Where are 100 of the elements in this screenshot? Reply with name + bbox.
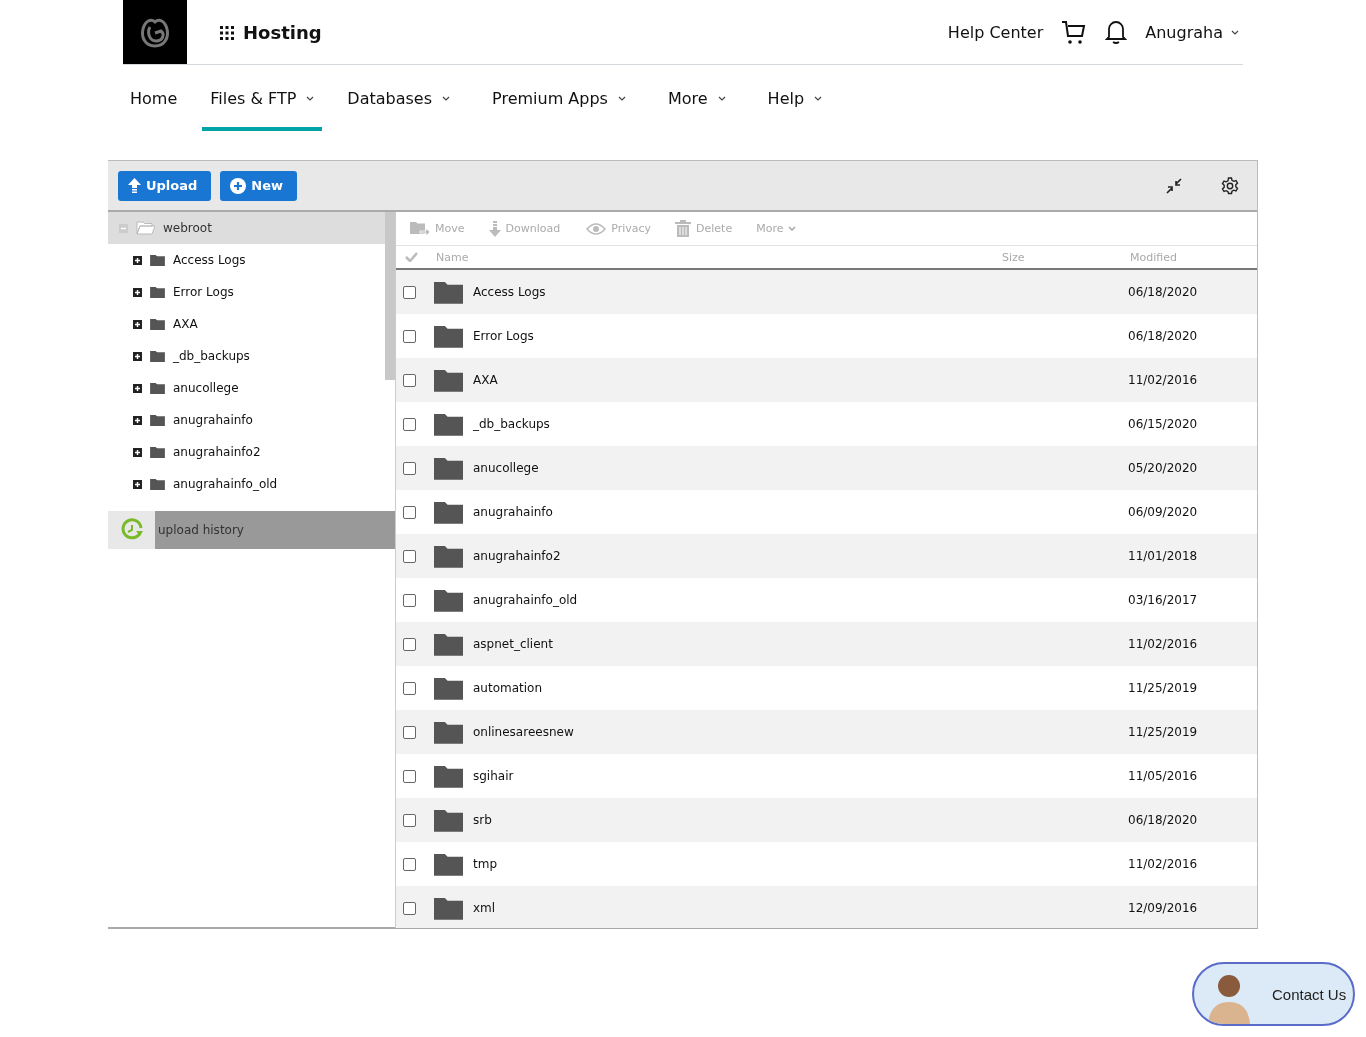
- folder-icon: [434, 720, 463, 744]
- folder-icon: [434, 544, 463, 568]
- plus-circle-icon: [230, 177, 247, 194]
- apps-grid-icon[interactable]: [219, 24, 234, 40]
- nav-tab[interactable]: Databases: [339, 65, 459, 131]
- row-checkbox[interactable]: [403, 681, 416, 695]
- row-checkbox[interactable]: [403, 417, 416, 431]
- contact-us-button[interactable]: Contact Us: [1192, 962, 1355, 1026]
- folder-icon: [150, 254, 165, 266]
- folder-icon: [434, 632, 463, 656]
- upload-icon: [128, 177, 141, 194]
- folder-icon: [434, 456, 463, 480]
- bell-icon[interactable]: [1105, 19, 1128, 45]
- expand-toggle-icon[interactable]: [133, 415, 142, 425]
- row-checkbox[interactable]: [403, 505, 416, 519]
- logo[interactable]: [123, 0, 187, 64]
- file-name[interactable]: xml: [473, 901, 1128, 915]
- tree-item[interactable]: anugrahainfo2: [173, 445, 261, 459]
- row-checkbox[interactable]: [403, 285, 416, 299]
- tree-item[interactable]: Access Logs: [173, 253, 246, 267]
- file-name[interactable]: anucollege: [473, 461, 1128, 475]
- expand-toggle-icon[interactable]: [133, 287, 142, 297]
- folder-icon: [150, 382, 165, 394]
- nav-tab[interactable]: Help: [759, 65, 831, 131]
- file-name[interactable]: Access Logs: [473, 285, 1128, 299]
- upload-history-bar[interactable]: upload history: [108, 511, 395, 549]
- modified-date: 12/09/2016: [1128, 901, 1198, 915]
- folder-icon: [434, 896, 463, 920]
- file-name[interactable]: onlinesareesnew: [473, 725, 1128, 739]
- modified-date: 05/20/2020: [1128, 461, 1198, 475]
- modified-date: 03/16/2017: [1128, 593, 1198, 607]
- file-name[interactable]: automation: [473, 681, 1128, 695]
- file-name[interactable]: anugrahainfo: [473, 505, 1128, 519]
- folder-icon: [150, 350, 165, 362]
- file-name[interactable]: Error Logs: [473, 329, 1128, 343]
- modified-date: 11/02/2016: [1128, 857, 1198, 871]
- file-name[interactable]: aspnet_client: [473, 637, 1128, 651]
- nav-tab[interactable]: Files & FTP: [202, 65, 323, 131]
- check-all-icon[interactable]: [405, 252, 418, 262]
- tree-item[interactable]: Error Logs: [173, 285, 234, 299]
- modified-date: 11/02/2016: [1128, 373, 1198, 387]
- row-checkbox[interactable]: [403, 637, 416, 651]
- history-clock-icon: [119, 518, 144, 542]
- row-checkbox[interactable]: [403, 549, 416, 563]
- row-checkbox[interactable]: [403, 813, 416, 827]
- collapse-toggle-icon[interactable]: [119, 223, 128, 233]
- upload-button[interactable]: Upload: [118, 170, 212, 201]
- tree-item[interactable]: anucollege: [173, 381, 239, 395]
- chevron-down-icon: [788, 226, 797, 231]
- expand-toggle-icon[interactable]: [133, 479, 142, 489]
- expand-toggle-icon[interactable]: [133, 319, 142, 329]
- row-checkbox[interactable]: [403, 725, 416, 739]
- row-checkbox[interactable]: [403, 857, 416, 871]
- row-checkbox[interactable]: [403, 329, 416, 343]
- file-name[interactable]: tmp: [473, 857, 1128, 871]
- modified-date: 06/18/2020: [1128, 329, 1198, 343]
- settings-icon[interactable]: [1221, 176, 1239, 195]
- trash-icon: [675, 220, 691, 237]
- folder-icon: [434, 676, 463, 700]
- tree-item[interactable]: anugrahainfo: [173, 413, 253, 427]
- file-name[interactable]: anugrahainfo2: [473, 549, 1128, 563]
- tree-item[interactable]: AXA: [173, 317, 198, 331]
- tree-root-row[interactable]: webroot: [108, 212, 385, 244]
- folder-icon: [150, 286, 165, 298]
- expand-toggle-icon[interactable]: [133, 351, 142, 361]
- expand-toggle-icon[interactable]: [133, 447, 142, 457]
- modified-date: 06/09/2020: [1128, 505, 1198, 519]
- collapse-icon[interactable]: [1166, 177, 1182, 194]
- cart-icon[interactable]: [1061, 19, 1088, 45]
- scrollbar-thumb[interactable]: [385, 212, 395, 380]
- tree-item[interactable]: _db_backups: [173, 349, 250, 363]
- folder-icon: [434, 764, 463, 788]
- modified-date: 06/18/2020: [1128, 813, 1198, 827]
- modified-date: 11/25/2019: [1128, 681, 1198, 695]
- expand-toggle-icon[interactable]: [133, 255, 142, 265]
- help-center-link[interactable]: Help Center: [947, 22, 1044, 42]
- row-checkbox[interactable]: [403, 901, 416, 915]
- file-name[interactable]: sgihair: [473, 769, 1128, 783]
- row-checkbox[interactable]: [403, 593, 416, 607]
- tree-item[interactable]: anugrahainfo_old: [173, 477, 278, 491]
- folder-move-icon: [410, 221, 430, 236]
- file-name[interactable]: srb: [473, 813, 1128, 827]
- user-menu[interactable]: Anugraha: [1145, 22, 1239, 42]
- modified-date: 06/15/2020: [1128, 417, 1198, 431]
- new-button[interactable]: New: [220, 170, 298, 201]
- row-checkbox[interactable]: [403, 373, 416, 387]
- nav-tab[interactable]: Premium Apps: [484, 65, 634, 131]
- file-name[interactable]: AXA: [473, 373, 1128, 387]
- row-checkbox[interactable]: [403, 769, 416, 783]
- file-name[interactable]: anugrahainfo_old: [473, 593, 1128, 607]
- row-checkbox[interactable]: [403, 461, 416, 475]
- nav-tab[interactable]: More: [659, 65, 734, 131]
- file-name[interactable]: _db_backups: [473, 417, 1128, 431]
- modified-date: 11/25/2019: [1128, 725, 1198, 739]
- folder-icon: [150, 446, 165, 458]
- folder-icon: [434, 808, 463, 832]
- folder-icon: [434, 588, 463, 612]
- expand-toggle-icon[interactable]: [133, 383, 142, 393]
- nav-tab[interactable]: Home: [122, 65, 186, 131]
- folder-icon: [150, 478, 165, 490]
